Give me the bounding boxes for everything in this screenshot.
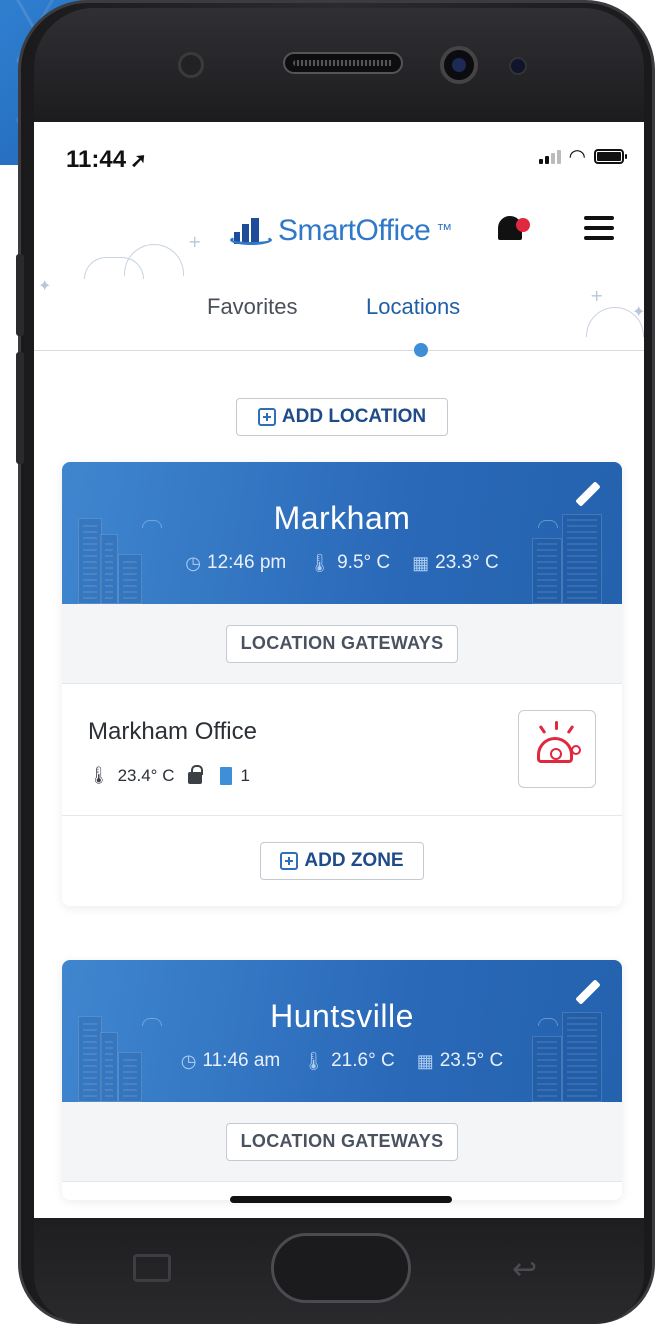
sparkle-icon: + bbox=[188, 232, 202, 251]
clock-icon: ◷ bbox=[185, 552, 201, 573]
location-arrow-icon: ➚ bbox=[130, 150, 147, 172]
tab-favorites[interactable]: Favorites bbox=[207, 294, 297, 320]
status-bar: 11:44 ➚ ◠ bbox=[34, 122, 644, 192]
location-name: Markham bbox=[273, 500, 411, 536]
location-metrics: ◷ 12:46 pm 🌡 9.5° C ▦ 23.3° C bbox=[62, 552, 622, 574]
notification-bell-icon[interactable] bbox=[494, 212, 530, 246]
status-time: 11:44 ➚ bbox=[66, 146, 147, 173]
outdoor-temperature: 21.6° C bbox=[331, 1050, 395, 1071]
thermometer-icon: 🌡 bbox=[308, 552, 332, 573]
door-count: 1 bbox=[240, 766, 250, 785]
gateways-row: LOCATION GATEWAYS bbox=[62, 1102, 622, 1182]
wifi-icon: ◠ bbox=[568, 144, 586, 168]
indoor-temperature: 23.5° C bbox=[439, 1050, 504, 1071]
app-screen: 11:44 ➚ ◠ ✦ + + ✦ SmartOffice ™ Favorite… bbox=[34, 122, 644, 1218]
active-tab-indicator bbox=[414, 343, 428, 357]
location-metrics: ◷ 11:46 am 🌡 21.6° C ▦ 23.5° C bbox=[62, 1050, 622, 1072]
location-gateways-button[interactable]: LOCATION GATEWAYS bbox=[225, 1122, 459, 1161]
front-camera-icon bbox=[440, 46, 478, 84]
plus-square-icon bbox=[280, 852, 299, 870]
alarm-bell-icon bbox=[537, 737, 573, 763]
tab-locations[interactable]: Locations bbox=[366, 294, 460, 320]
door-icon bbox=[220, 767, 233, 785]
clock-icon: ◷ bbox=[180, 1050, 197, 1071]
location-card-header: Markham ◷ 12:46 pm 🌡 9.5° C ▦ 23.3° C bbox=[62, 462, 622, 604]
location-card-markham: Markham ◷ 12:46 pm 🌡 9.5° C ▦ 23.3° C LOCAT… bbox=[62, 462, 622, 906]
battery-icon bbox=[594, 149, 627, 164]
alarm-button[interactable] bbox=[518, 710, 596, 788]
status-icons: ◠ bbox=[538, 144, 627, 168]
app-logo: SmartOffice ™ bbox=[230, 214, 452, 248]
zone-status: 🌡 23.4° C 1 bbox=[88, 765, 250, 786]
brand-name: SmartOffice bbox=[278, 214, 431, 247]
plus-square-icon bbox=[257, 408, 276, 426]
building-icon: ▦ bbox=[412, 552, 430, 573]
thermometer-icon: 🌡 bbox=[88, 766, 110, 785]
hamburger-menu-icon[interactable] bbox=[584, 216, 614, 240]
building-icon: ▦ bbox=[416, 1050, 434, 1071]
home-button[interactable] bbox=[271, 1233, 411, 1303]
add-location-label: ADD LOCATION bbox=[281, 406, 427, 427]
location-name: Huntsville bbox=[270, 998, 414, 1034]
proximity-sensor-icon bbox=[509, 57, 527, 75]
add-zone-button[interactable]: ADD ZONE bbox=[260, 842, 424, 880]
volume-down-button bbox=[16, 352, 24, 464]
location-time: 11:46 am bbox=[202, 1050, 281, 1071]
zone-row[interactable]: Markham Office 🌡 23.4° C 1 bbox=[62, 684, 622, 816]
home-indicator[interactable] bbox=[230, 1196, 452, 1203]
add-zone-row: ADD ZONE bbox=[62, 816, 622, 906]
location-gateways-button[interactable]: LOCATION GATEWAYS bbox=[225, 624, 459, 663]
indoor-temperature: 23.3° C bbox=[435, 552, 499, 573]
tab-divider bbox=[34, 350, 644, 351]
location-card-header: Huntsville ◷ 11:46 am 🌡 21.6° C ▦ 23.5° C bbox=[62, 960, 622, 1102]
outdoor-temperature: 9.5° C bbox=[337, 552, 391, 573]
gateways-row: LOCATION GATEWAYS bbox=[62, 604, 622, 684]
recent-apps-icon[interactable] bbox=[133, 1254, 171, 1282]
sensor-icon bbox=[178, 52, 204, 78]
add-zone-label: ADD ZONE bbox=[304, 850, 404, 871]
lock-icon bbox=[188, 765, 204, 784]
zone-name: Markham Office bbox=[88, 718, 257, 745]
app-header: ✦ + + ✦ SmartOffice ™ Favorites Locations bbox=[34, 192, 644, 352]
notification-badge bbox=[516, 218, 530, 232]
location-time: 12:46 pm bbox=[207, 552, 287, 573]
cloud-decoration bbox=[124, 244, 184, 276]
zone-temperature: 23.4° C bbox=[117, 766, 175, 785]
signal-icon bbox=[538, 148, 561, 164]
back-arrow-icon[interactable]: ↩ bbox=[512, 1252, 537, 1287]
location-card-huntsville: Huntsville ◷ 11:46 am 🌡 21.6° C ▦ 23.5° C L… bbox=[62, 960, 622, 1200]
earpiece-speaker bbox=[283, 52, 403, 74]
trademark: ™ bbox=[436, 222, 452, 239]
thermometer-icon: 🌡 bbox=[302, 1050, 326, 1071]
volume-up-button bbox=[16, 254, 24, 336]
add-location-button[interactable]: ADD LOCATION bbox=[236, 398, 448, 436]
tab-bar: Favorites Locations bbox=[34, 288, 644, 352]
logo-mark-icon bbox=[230, 214, 272, 248]
